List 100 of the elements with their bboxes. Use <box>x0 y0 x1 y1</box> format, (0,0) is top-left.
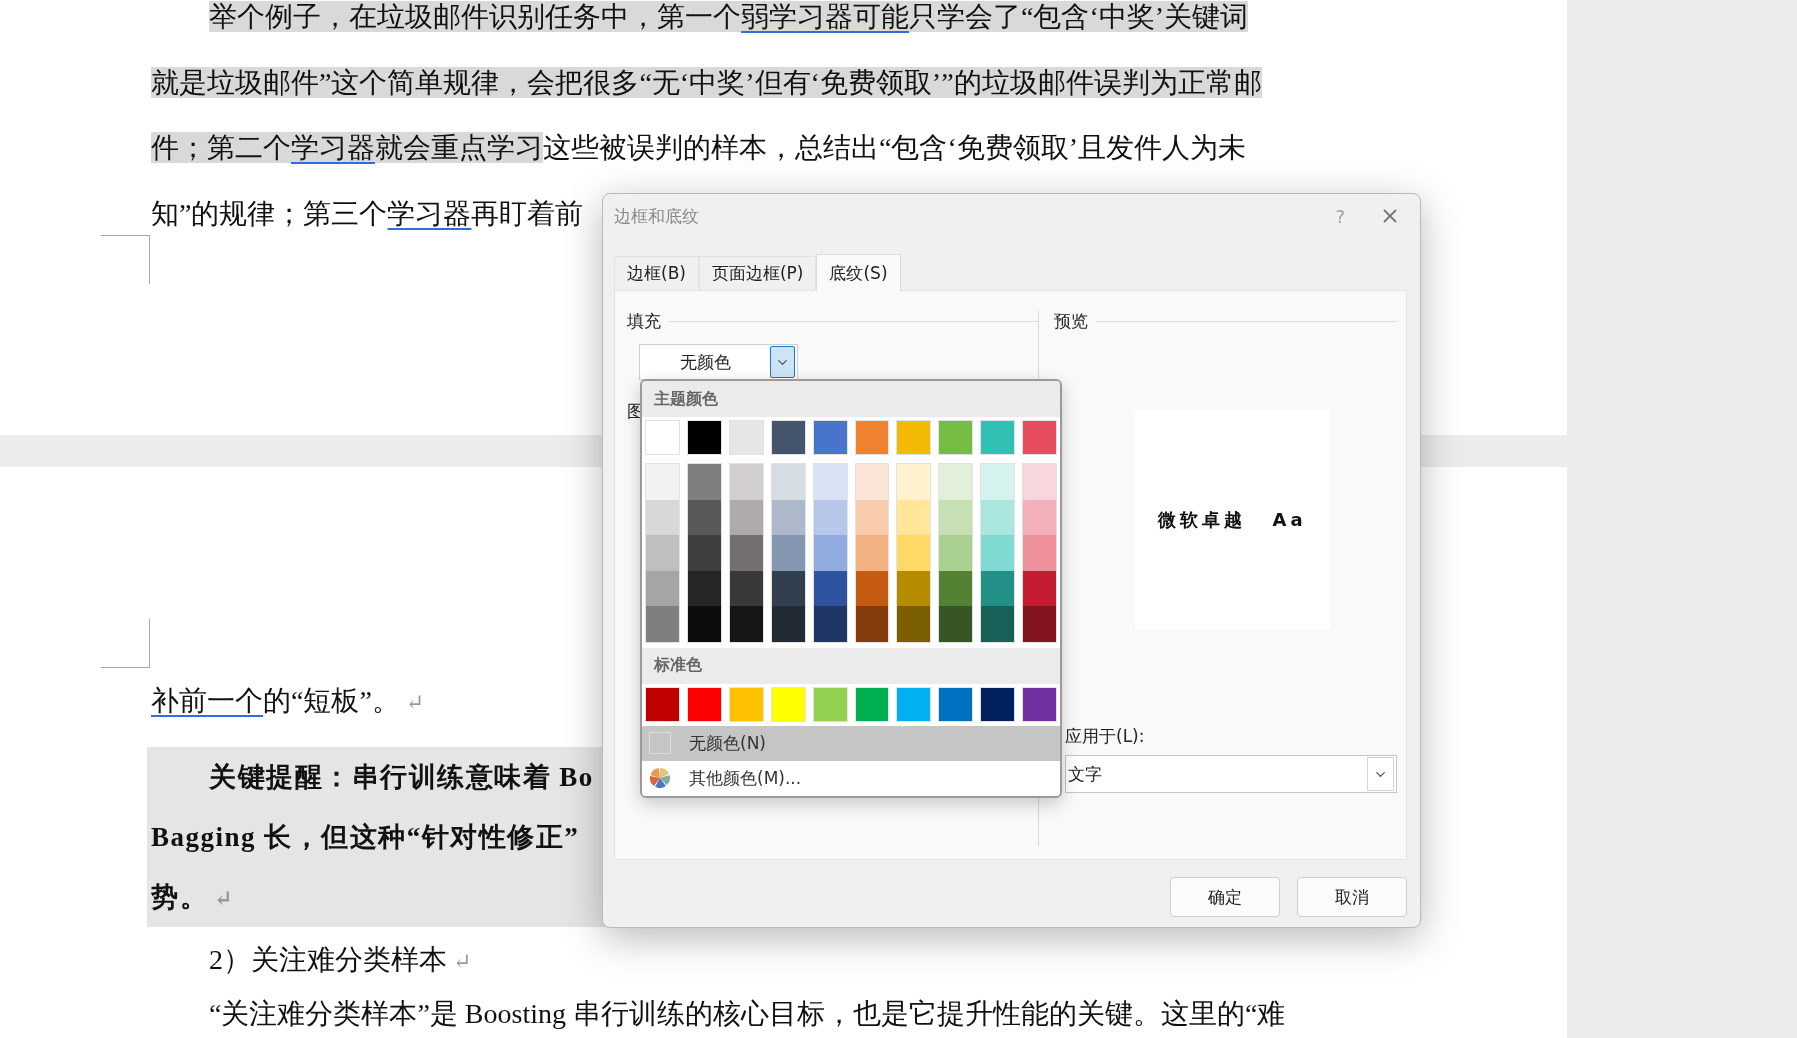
color-swatch[interactable] <box>855 570 889 606</box>
color-swatch[interactable] <box>729 499 763 535</box>
color-swatch[interactable] <box>854 420 890 455</box>
color-swatch[interactable] <box>729 535 763 571</box>
color-swatch[interactable] <box>897 570 931 606</box>
text-run: Bagging 长，但这种“针对性修正” <box>151 822 580 852</box>
preview-sample-text: Aa <box>1272 509 1307 530</box>
color-swatch[interactable] <box>770 420 806 455</box>
menu-section-header: 主题颜色 <box>642 381 1060 417</box>
color-swatch[interactable] <box>771 606 805 642</box>
color-swatch[interactable] <box>1022 420 1058 455</box>
color-swatch[interactable] <box>939 570 973 606</box>
color-swatch[interactable] <box>939 535 973 571</box>
cancel-button[interactable]: 取消 <box>1297 877 1407 917</box>
paragraph-mark: ↵ <box>453 949 472 974</box>
color-swatch[interactable] <box>813 499 847 535</box>
color-swatch[interactable] <box>687 606 721 642</box>
color-swatch[interactable] <box>855 464 889 500</box>
color-swatch[interactable] <box>770 686 806 722</box>
dropdown-arrow-button[interactable] <box>770 346 795 378</box>
color-swatch[interactable] <box>1023 499 1057 535</box>
text-run: 举个例子，在垃圾邮件识别任务中，第一个 <box>209 1 741 32</box>
menu-item[interactable]: 其他颜色(M)... <box>642 760 1060 796</box>
color-swatch[interactable] <box>771 535 805 571</box>
crop-mark <box>101 235 150 284</box>
color-swatch[interactable] <box>687 535 721 571</box>
color-swatch[interactable] <box>771 464 805 500</box>
text-run: 2）关注难分类样本 <box>209 944 447 975</box>
color-swatch[interactable] <box>854 686 890 722</box>
color-swatch[interactable] <box>771 570 805 606</box>
color-swatch[interactable] <box>646 606 679 642</box>
color-swatch[interactable] <box>728 686 764 722</box>
color-swatch[interactable] <box>855 499 889 535</box>
color-swatch[interactable] <box>646 464 679 500</box>
tab[interactable]: 边框(B) <box>614 256 699 290</box>
text-run: 关键提醒：串行训练意味着 Bo <box>209 762 594 792</box>
color-swatch[interactable] <box>897 606 931 642</box>
color-swatch[interactable] <box>980 420 1016 455</box>
color-swatch[interactable] <box>938 420 974 455</box>
color-swatch[interactable] <box>646 570 679 606</box>
color-swatch[interactable] <box>1023 464 1057 500</box>
color-swatch[interactable] <box>771 499 805 535</box>
color-swatch[interactable] <box>896 420 932 455</box>
color-swatch[interactable] <box>981 464 1015 500</box>
color-swatch[interactable] <box>981 535 1015 571</box>
text-run: 势。 <box>151 882 208 912</box>
color-swatch[interactable] <box>686 686 722 722</box>
color-swatch[interactable] <box>980 686 1016 722</box>
color-swatch[interactable] <box>812 686 848 722</box>
text-run: 件；第二个 <box>151 132 291 163</box>
color-swatch[interactable] <box>897 464 931 500</box>
paragraph-mark: ↵ <box>405 690 425 715</box>
color-swatch[interactable] <box>939 464 973 500</box>
text-run: 就会重点学习 <box>375 132 543 163</box>
text-run: 再盯着前 <box>471 197 584 229</box>
color-swatch[interactable] <box>1022 686 1058 722</box>
color-swatch[interactable] <box>1023 535 1057 571</box>
color-swatch[interactable] <box>1023 606 1057 642</box>
color-swatch[interactable] <box>729 464 763 500</box>
color-swatch[interactable] <box>897 535 931 571</box>
section-label: 填充 <box>627 309 661 333</box>
color-swatch[interactable] <box>686 420 722 455</box>
color-swatch[interactable] <box>939 606 973 642</box>
color-swatch[interactable] <box>939 499 973 535</box>
color-swatch[interactable] <box>729 570 763 606</box>
color-swatch[interactable] <box>981 570 1015 606</box>
text-run: “关注难分类样本”是 Boosting 串行训练的核心目标，也是它提升性能的关键。这里的“难 <box>209 998 1286 1029</box>
color-swatch[interactable] <box>938 686 974 722</box>
color-swatch[interactable] <box>1023 570 1057 606</box>
color-swatch[interactable] <box>813 464 847 500</box>
color-swatch[interactable] <box>897 499 931 535</box>
color-swatch[interactable] <box>687 464 721 500</box>
color-swatch[interactable] <box>981 606 1015 642</box>
text-run: 的“短板”。 <box>263 685 400 716</box>
tab[interactable]: 底纹(S) <box>816 254 901 291</box>
text-run: 弱学习器可能 <box>741 1 909 32</box>
color-swatch[interactable] <box>687 570 721 606</box>
apply-to-dropdown[interactable]: 文字 <box>1065 755 1397 793</box>
color-swatch[interactable] <box>645 420 680 455</box>
color-swatch[interactable] <box>813 570 847 606</box>
color-swatch[interactable] <box>981 499 1015 535</box>
color-swatch[interactable] <box>813 535 847 571</box>
color-swatch[interactable] <box>646 535 679 571</box>
color-swatch[interactable] <box>646 499 679 535</box>
color-swatch[interactable] <box>812 420 848 455</box>
color-swatch[interactable] <box>687 499 721 535</box>
ok-button[interactable]: 确定 <box>1170 877 1280 917</box>
preview-sample-text: 微软卓越 <box>1158 507 1247 532</box>
color-swatch[interactable] <box>813 606 847 642</box>
tab[interactable]: 页面边框(P) <box>698 256 817 290</box>
text-run: 补前一个 <box>151 685 263 716</box>
color-swatch[interactable] <box>728 420 764 455</box>
text-run: 学习器 <box>387 197 472 229</box>
color-swatch[interactable] <box>645 686 680 722</box>
fill-color-dropdown[interactable]: 无颜色 <box>639 344 798 380</box>
menu-item[interactable]: 无颜色(N) <box>642 725 1060 761</box>
color-swatch[interactable] <box>855 606 889 642</box>
color-swatch[interactable] <box>729 606 763 642</box>
color-swatch[interactable] <box>896 686 932 722</box>
color-swatch[interactable] <box>855 535 889 571</box>
